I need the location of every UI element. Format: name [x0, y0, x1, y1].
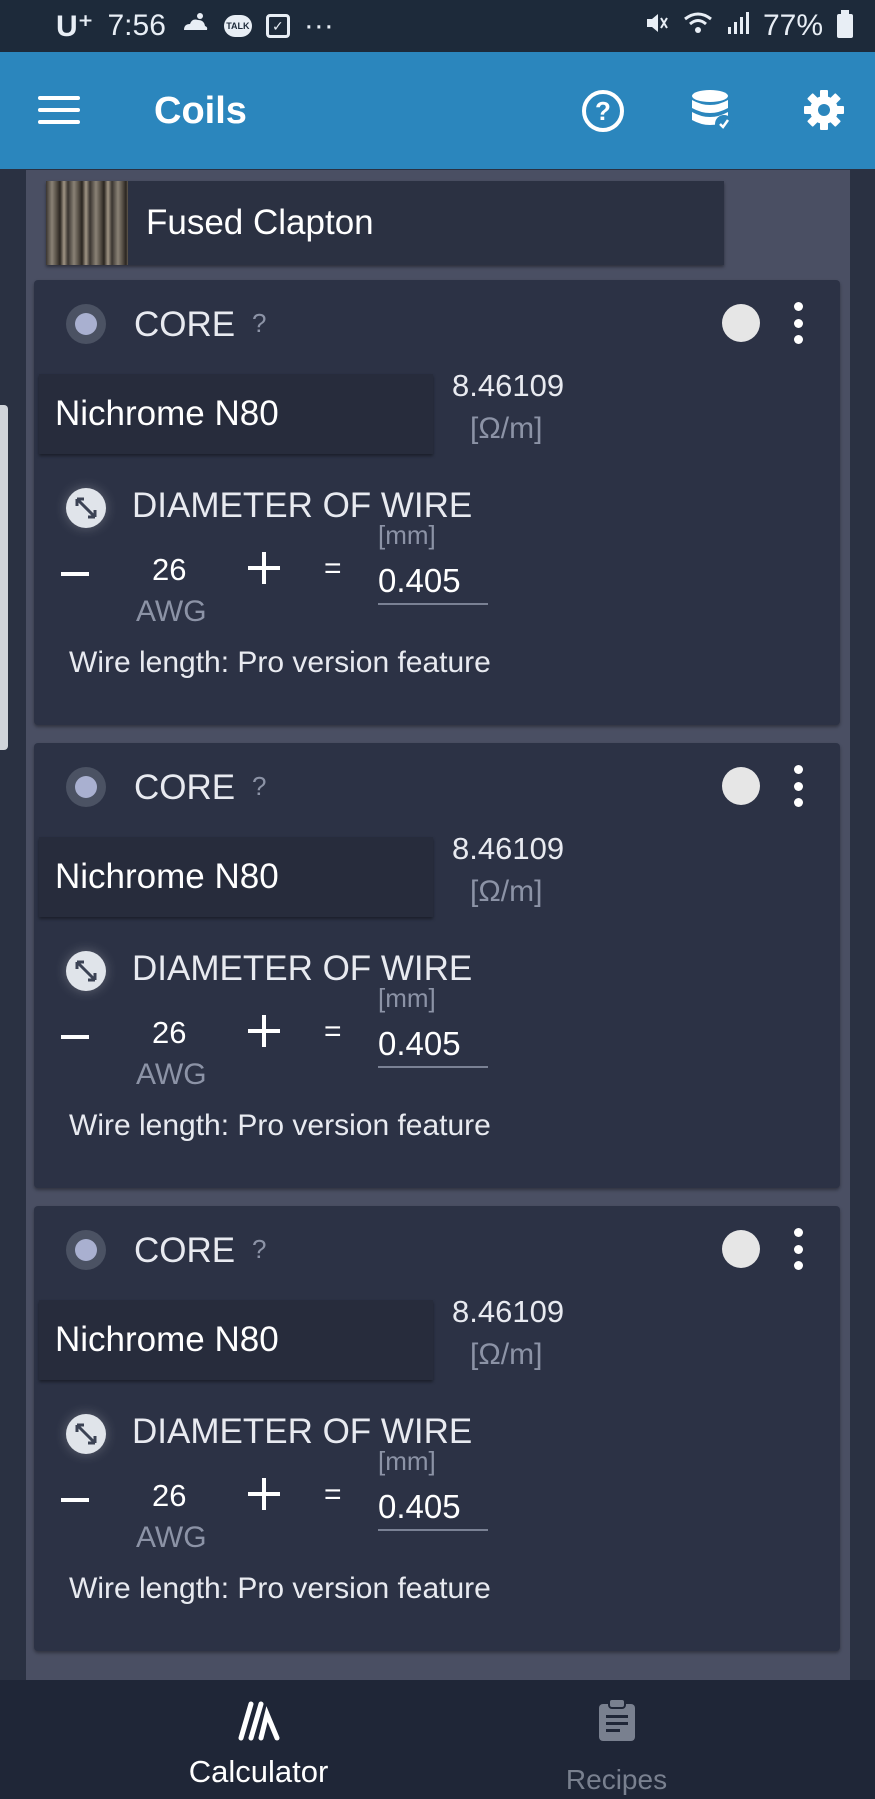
- status-right: 77%: [643, 9, 853, 43]
- calculator-icon: [235, 1698, 283, 1747]
- material-selector[interactable]: Nichrome N80: [39, 837, 433, 917]
- wire-card: CORE ? Nichrome N80 8.46109 [Ω/m] DIAMET…: [34, 280, 840, 725]
- mm-unit: [mm]: [378, 1446, 436, 1476]
- gauge-value: 26: [152, 1478, 187, 1513]
- clipboard-icon: [597, 1698, 637, 1747]
- material-selector[interactable]: Nichrome N80: [39, 1300, 433, 1380]
- battery-icon: [837, 10, 853, 38]
- database-icon[interactable]: [690, 88, 734, 134]
- wire-length-text: Wire length: Pro version feature: [69, 1109, 491, 1142]
- coil-type-label: Fused Clapton: [146, 203, 374, 242]
- wire-role-label: CORE: [134, 1231, 236, 1270]
- wire-length-text: Wire length: Pro version feature: [69, 1572, 491, 1605]
- wire-help-button[interactable]: ?: [252, 771, 266, 802]
- increment-gauge-button[interactable]: [246, 1476, 282, 1512]
- wire-role-label: CORE: [134, 305, 236, 344]
- battery-percent: 77%: [762, 9, 823, 42]
- wire-role-label: CORE: [134, 768, 236, 807]
- wire-radio-button[interactable]: [66, 304, 106, 344]
- mm-unit: [mm]: [378, 983, 436, 1013]
- wire-radio-button[interactable]: [66, 1230, 106, 1270]
- app-bar: Coils ?: [0, 52, 875, 169]
- wire-help-button[interactable]: ?: [252, 308, 266, 339]
- page-title: Coils: [154, 90, 247, 132]
- gauge-unit: AWG: [136, 1058, 207, 1091]
- drawer-handle[interactable]: [0, 405, 8, 750]
- gauge-unit: AWG: [136, 595, 207, 628]
- resistance-value: 8.46109: [452, 1294, 565, 1329]
- wire-card: CORE ? Nichrome N80 8.46109 [Ω/m] DIAMET…: [34, 1206, 840, 1651]
- weather-icon: [180, 12, 210, 41]
- wire-card: CORE ? Nichrome N80 8.46109 [Ω/m] DIAMET…: [34, 743, 840, 1188]
- diameter-icon[interactable]: [66, 1414, 106, 1454]
- decrement-gauge-button[interactable]: [60, 1019, 90, 1055]
- resistance-unit: [Ω/m]: [470, 1338, 543, 1371]
- coil-type-selector[interactable]: Fused Clapton: [46, 181, 724, 265]
- more-notifications-icon: ···: [303, 9, 334, 42]
- wire-radio-button[interactable]: [66, 767, 106, 807]
- decrement-gauge-button[interactable]: [60, 556, 90, 592]
- main-content: Fused Clapton CORE ? Nichrome N80 8.4610…: [26, 170, 850, 1680]
- coil-thumbnail: [46, 181, 128, 265]
- gear-icon[interactable]: [802, 88, 846, 132]
- more-vert-icon[interactable]: [790, 1228, 806, 1270]
- carrier-label: U⁺: [56, 9, 94, 43]
- wifi-icon: [683, 11, 713, 42]
- diameter-mm-input[interactable]: 0.405: [378, 1488, 488, 1531]
- diameter-mm-input[interactable]: 0.405: [378, 562, 488, 605]
- gauge-value: 26: [152, 1015, 187, 1050]
- nav-recipes-label: Recipes: [565, 1764, 668, 1795]
- bottom-nav: Calculator Recipes: [0, 1680, 875, 1799]
- status-bar: U⁺ 7:56 TALK ✓ ··· 77%: [0, 0, 875, 52]
- wire-color-picker[interactable]: [722, 767, 760, 805]
- diameter-icon[interactable]: [66, 488, 106, 528]
- calendar-check-icon: ✓: [265, 14, 290, 38]
- signal-icon: [727, 11, 749, 42]
- material-selector[interactable]: Nichrome N80: [39, 374, 433, 454]
- resistance-value: 8.46109: [452, 831, 565, 866]
- gauge-unit: AWG: [136, 1521, 207, 1554]
- equals-sign: =: [324, 1478, 342, 1511]
- gauge-value: 26: [152, 552, 187, 587]
- more-vert-icon[interactable]: [790, 765, 806, 807]
- resistance-value: 8.46109: [452, 368, 565, 403]
- mm-unit: [mm]: [378, 520, 436, 550]
- decrement-gauge-button[interactable]: [60, 1482, 90, 1518]
- talk-icon: TALK: [223, 15, 252, 37]
- diameter-icon[interactable]: [66, 951, 106, 991]
- status-left: U⁺ 7:56 TALK ✓ ···: [56, 9, 334, 44]
- resistance-unit: [Ω/m]: [470, 875, 543, 908]
- equals-sign: =: [324, 552, 342, 585]
- clock: 7:56: [107, 9, 166, 42]
- wire-color-picker[interactable]: [722, 304, 760, 342]
- wire-length-text: Wire length: Pro version feature: [69, 646, 491, 679]
- increment-gauge-button[interactable]: [246, 1013, 282, 1049]
- wire-help-button[interactable]: ?: [252, 1234, 266, 1265]
- equals-sign: =: [324, 1015, 342, 1048]
- nav-recipes[interactable]: Recipes: [398, 1680, 835, 1799]
- hamburger-menu-icon[interactable]: [38, 96, 80, 124]
- help-circle-icon[interactable]: ?: [582, 90, 624, 132]
- increment-gauge-button[interactable]: [246, 550, 282, 586]
- wire-color-picker[interactable]: [722, 1230, 760, 1268]
- mute-icon: [643, 10, 669, 43]
- resistance-unit: [Ω/m]: [470, 412, 543, 445]
- more-vert-icon[interactable]: [790, 302, 806, 344]
- diameter-mm-input[interactable]: 0.405: [378, 1025, 488, 1068]
